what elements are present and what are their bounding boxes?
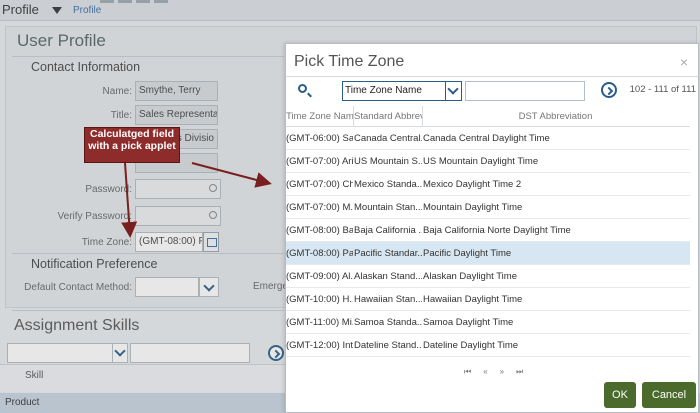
table-row[interactable]: (GMT-10:00) H... Hawaiian Stan... Hawaiian…: [286, 288, 690, 311]
table-row[interactable]: (GMT-07:00) M... Mountain Stan... Mountain…: [286, 196, 690, 219]
dropdown-button[interactable]: [445, 82, 461, 100]
cell-standard-abbrev: Canada Central...: [354, 133, 422, 144]
cell-standard-abbrev: US Mountain S...: [354, 156, 422, 167]
column-header-dst-abbreviation[interactable]: DST Abbreviation: [423, 111, 688, 122]
dialog-title: Pick Time Zone: [294, 53, 405, 70]
cell-standard-abbrev: Pacific Standar...: [354, 248, 422, 259]
cell-dst-abbreviation: Pacific Daylight Time: [423, 248, 512, 259]
cell-time-zone-name: (GMT-11:00) Mi...: [286, 317, 353, 328]
previous-page-icon[interactable]: «: [483, 367, 495, 376]
arrow-to-dialog: [191, 162, 272, 188]
search-input[interactable]: [465, 81, 585, 101]
cell-standard-abbrev: Hawaiian Stan...: [354, 294, 422, 305]
cell-time-zone-name: (GMT-06:00) Sa...: [286, 133, 353, 144]
pick-time-zone-dialog: Pick Time Zone × Time Zone Name 102 - 11…: [285, 43, 699, 413]
cell-standard-abbrev: Mountain Stan...: [354, 202, 422, 213]
column-header-standard-abbrev[interactable]: Standard Abbrev: [354, 111, 422, 122]
cell-time-zone-name: (GMT-07:00) M...: [286, 202, 353, 213]
cell-time-zone-name: (GMT-09:00) Al...: [286, 271, 353, 282]
cell-dst-abbreviation: Canada Central Daylight Time: [423, 133, 550, 144]
search-field-select[interactable]: Time Zone Name: [342, 81, 462, 101]
table-row[interactable]: (GMT-07:00) Ari...US Mountain S...US Mou…: [286, 150, 690, 173]
column-divider[interactable]: [353, 106, 354, 126]
first-page-icon[interactable]: ⏮: [464, 367, 479, 376]
table-row[interactable]: (GMT-06:00) Sa...Canada Central...Canada…: [286, 127, 690, 150]
cell-dst-abbreviation: Dateline Daylight Time: [423, 340, 519, 351]
annotation-callout: Calculatged field with a pick applet: [84, 127, 180, 163]
list-header: Time Zone Name Standard Abbrev DST Abbre…: [286, 106, 690, 127]
cell-standard-abbrev: Alaskan Stand...: [354, 271, 422, 282]
cell-standard-abbrev: Mexico Standa...: [354, 179, 422, 190]
cell-standard-abbrev: Samoa Standa...: [354, 317, 422, 328]
table-row[interactable]: (GMT-12:00) Int...Dateline Stand...Datel…: [286, 334, 690, 357]
table-row[interactable]: (GMT-07:00) Ch...Mexico Standa...Mexico …: [286, 173, 690, 196]
search-icon[interactable]: [298, 84, 307, 93]
cell-standard-abbrev: Dateline Stand...: [354, 340, 422, 351]
cell-dst-abbreviation: Baja California Norte Daylight Time: [423, 225, 571, 236]
cell-time-zone-name: (GMT-07:00) Ari...: [286, 156, 353, 167]
close-icon[interactable]: ×: [680, 54, 688, 70]
table-row[interactable]: (GMT-09:00) Al... Alaskan Stand... Alaskan…: [286, 265, 690, 288]
go-arrow-icon[interactable]: [601, 82, 617, 98]
cell-dst-abbreviation: Mexico Daylight Time 2: [423, 179, 522, 190]
cell-dst-abbreviation: Alaskan Daylight Time: [423, 271, 517, 282]
cell-dst-abbreviation: Hawaiian Daylight Time: [423, 294, 523, 305]
cell-time-zone-name: (GMT-07:00) Ch...: [286, 179, 353, 190]
cancel-button[interactable]: Cancel: [642, 382, 696, 408]
table-row-selected[interactable]: (GMT-08:00) Pa...Pacific Standar...Pacif…: [286, 242, 690, 265]
record-count: 102 - 111 of 111: [629, 84, 696, 95]
cell-time-zone-name: (GMT-08:00) Ba...: [286, 225, 353, 236]
cell-time-zone-name: (GMT-10:00) H...: [286, 294, 353, 305]
table-row[interactable]: (GMT-11:00) Mi... Samoa Standa... Samoa Da…: [286, 311, 690, 334]
cell-dst-abbreviation: US Mountain Daylight Time: [423, 156, 539, 167]
cell-dst-abbreviation: Mountain Daylight Time: [423, 202, 523, 213]
last-page-icon[interactable]: ⏭: [516, 367, 531, 376]
cell-time-zone-name: (GMT-08:00) Pa...: [286, 248, 353, 259]
arrow-to-time-zone: [121, 162, 138, 238]
next-page-icon[interactable]: »: [500, 367, 512, 376]
chevron-down-icon: [447, 83, 459, 95]
time-zone-list: Time Zone Name Standard Abbrev DST Abbre…: [286, 106, 690, 357]
column-header-time-zone-name[interactable]: Time Zone Name: [286, 111, 353, 122]
column-divider[interactable]: [422, 106, 423, 126]
cell-dst-abbreviation: Samoa Daylight Time: [423, 317, 514, 328]
pager: ⏮ « » ⏭: [464, 367, 535, 377]
cell-standard-abbrev: Baja California ...: [354, 225, 422, 236]
divider: [286, 76, 698, 77]
search-field-value: Time Zone Name: [345, 85, 422, 96]
table-row[interactable]: (GMT-08:00) Ba...Baja California ...Baja…: [286, 219, 690, 242]
cell-time-zone-name: (GMT-12:00) Int...: [286, 340, 353, 351]
ok-button[interactable]: OK: [604, 382, 636, 408]
